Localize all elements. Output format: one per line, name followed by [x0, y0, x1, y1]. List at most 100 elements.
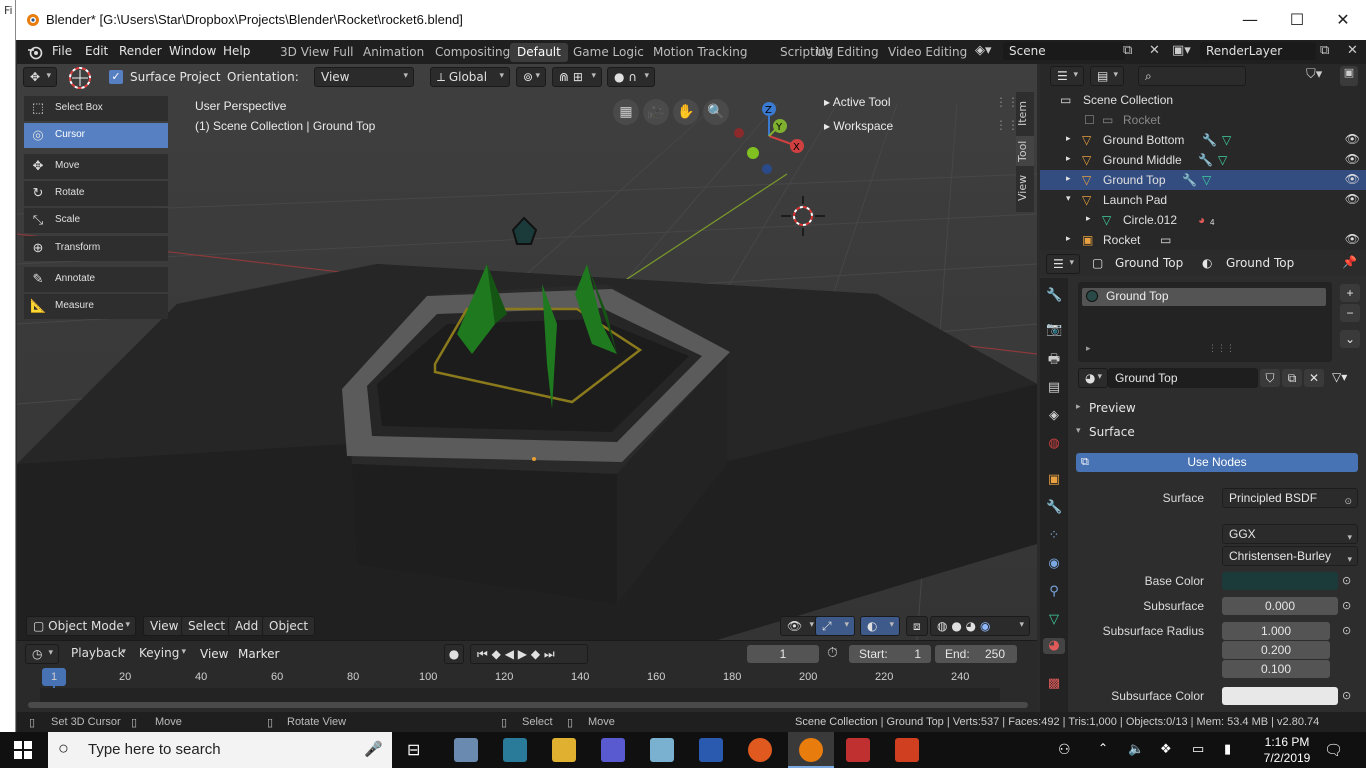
material-tab-icon[interactable]: ◕	[1043, 638, 1065, 654]
maximize-button[interactable]: ☐	[1275, 8, 1319, 32]
taskbar-app-notes-icon[interactable]	[650, 738, 674, 762]
subsurface-color-swatch[interactable]	[1222, 687, 1338, 705]
collapse-arrow-icon[interactable]: ▾	[1066, 193, 1071, 204]
pin-icon[interactable]: 📌	[1342, 255, 1357, 269]
material-slot-row[interactable]: Ground Top	[1082, 288, 1326, 306]
list-expand-icon[interactable]: ▸	[1086, 344, 1091, 354]
workspace-tab-animation[interactable]: Animation	[356, 43, 431, 62]
material-name-field[interactable]: Ground Top	[1108, 368, 1258, 388]
tool-cursor[interactable]: ◎ Cursor	[24, 123, 168, 148]
subsurface-color-link-icon[interactable]: ⊙	[1342, 689, 1351, 702]
render-tab-icon[interactable]: 📷	[1046, 322, 1062, 338]
preview-expand-icon[interactable]: ▸	[1076, 402, 1081, 412]
workspace-tab-default[interactable]: Default	[510, 43, 568, 62]
orientation-dropdown[interactable]: View ▾	[314, 67, 414, 87]
menu-object[interactable]: Object	[262, 616, 316, 636]
tab-view[interactable]: View	[1016, 172, 1034, 204]
outliner-row-circle-012[interactable]: ▸ ▽ Circle.012 ◕ 4	[1040, 210, 1366, 230]
timeline-editor-type[interactable]: ◷ ▾	[25, 644, 59, 664]
playback-controls[interactable]: ⏮ ◆ ◀ ▶ ◆ ⏭	[470, 644, 588, 664]
cursor-tool-icon[interactable]	[67, 65, 93, 91]
slot-menu-button[interactable]: ⌄	[1340, 330, 1360, 348]
tool-select-box[interactable]: ⬚ Select Box	[24, 96, 168, 121]
tool-move[interactable]: ✥ Move	[24, 154, 168, 179]
surface-project-checkbox[interactable]: ✓	[109, 70, 123, 84]
viewlayer-copy-icon[interactable]: ⧉	[1320, 43, 1329, 58]
expand-arrow-icon[interactable]: ▸	[1066, 233, 1071, 244]
view-layer-tab-icon[interactable]: ▤	[1046, 380, 1062, 396]
subsurface-radius-link-icon[interactable]: ⊙	[1342, 624, 1351, 637]
viewlayer-icon[interactable]: ▣▾	[1172, 43, 1191, 58]
expand-arrow-icon[interactable]: ▸	[1086, 213, 1091, 224]
menu-view[interactable]: View	[143, 616, 186, 636]
viewlayer-selector[interactable]: RenderLayer	[1200, 42, 1316, 60]
dropbox-icon[interactable]: ❖	[1160, 741, 1172, 757]
timeline-menu-view[interactable]: View	[200, 647, 228, 661]
play-reverse-icon[interactable]: ◀	[505, 647, 514, 661]
prev-keyframe-icon[interactable]: ◆	[492, 647, 501, 661]
constraints-tab-icon[interactable]: ⚲	[1046, 584, 1062, 600]
notifications-icon[interactable]: 🗨	[1324, 741, 1343, 759]
transform-orientation-dropdown[interactable]: ⟂ Global ▾	[430, 67, 510, 87]
scene-close-icon[interactable]: ✕	[1149, 43, 1160, 58]
menu-playback[interactable]: Playback ▾	[65, 644, 131, 664]
show-hidden-icons[interactable]: ⌃	[1098, 741, 1108, 755]
menu-help[interactable]: Help	[223, 44, 250, 58]
file-explorer-icon[interactable]	[552, 738, 576, 762]
tab-item[interactable]: Item	[1016, 96, 1034, 130]
add-material-slot-button[interactable]: +	[1340, 284, 1360, 302]
solid-shading-icon[interactable]: ●	[951, 619, 961, 633]
outliner-row-ground-bottom[interactable]: ▸ ▽ Ground Bottom 🔧 ▽ 👁	[1040, 130, 1366, 150]
task-view-icon[interactable]: ⊟	[407, 740, 420, 760]
menu-keying[interactable]: Keying ▾	[133, 644, 191, 664]
surface-panel-header[interactable]: Surface	[1089, 425, 1135, 439]
subsurface-link-icon[interactable]: ⊙	[1342, 599, 1351, 612]
duplicate-material-icon[interactable]: ⧉	[1282, 369, 1302, 387]
base-color-link-icon[interactable]: ⊙	[1342, 574, 1351, 587]
pivot-point-dropdown[interactable]: ⊚ ▾	[516, 67, 546, 87]
outliner-editor-type[interactable]: ☰ ▾	[1050, 66, 1084, 86]
subsurface-radius-x[interactable]: 1.000	[1222, 622, 1330, 640]
menu-edit[interactable]: Edit	[85, 44, 108, 58]
expand-arrow-icon[interactable]: ▸	[1066, 153, 1071, 164]
use-nodes-button[interactable]: ⧉ Use Nodes	[1076, 453, 1358, 472]
object-mode-dropdown[interactable]: ▢ Object Mode ▾	[26, 616, 136, 636]
workspace-panel-toggle[interactable]: ▸ Workspace	[824, 119, 893, 133]
workspace-tab-video-editing[interactable]: Video Editing	[881, 43, 974, 62]
workspace-tab-game-logic[interactable]: Game Logic	[566, 43, 651, 62]
overlay-toggle[interactable]: ◐ ▾	[860, 616, 900, 636]
tool-transform[interactable]: ⊕ Transform	[24, 236, 168, 261]
menu-window[interactable]: Window	[169, 44, 216, 58]
gizmo-toggle[interactable]: ⤢ ▾	[815, 616, 855, 636]
visibility-eye-icon[interactable]: 👁	[1345, 192, 1360, 206]
visibility-eye-icon[interactable]: 👁	[1345, 232, 1360, 246]
modifiers-tab-icon[interactable]: 🔧	[1046, 500, 1062, 516]
rendered-shading-icon[interactable]: ◉	[980, 619, 990, 633]
expand-arrow-icon[interactable]: ▸	[1066, 173, 1071, 184]
outliner-row-rocket[interactable]: ▸ ▣ Rocket ▭ 👁	[1040, 230, 1366, 250]
jump-start-icon[interactable]: ⏮	[477, 647, 488, 661]
taskbar-app-orange-icon[interactable]	[895, 738, 919, 762]
outliner-row-ground-top[interactable]: ▸ ▽ Ground Top 🔧 ▽ 👁	[1040, 170, 1366, 190]
snap-dropdown[interactable]: ⋒ ⊞ ▾	[552, 67, 602, 87]
surface-shader-dropdown[interactable]: Principled BSDF ⊙	[1222, 488, 1358, 508]
close-button[interactable]: ✕	[1321, 8, 1365, 32]
tab-tool[interactable]: Tool	[1016, 136, 1034, 166]
minimize-button[interactable]: —	[1228, 8, 1272, 32]
workspace-tab-3d-view-full[interactable]: 3D View Full	[273, 43, 361, 62]
distribution-dropdown[interactable]: GGX ▾	[1222, 524, 1358, 544]
end-frame-field[interactable]: End: 250	[935, 645, 1017, 663]
zoom-view-icon[interactable]: 🔍	[703, 99, 729, 125]
tool-rotate[interactable]: ↻ Rotate	[24, 181, 168, 206]
menu-file[interactable]: File	[52, 44, 72, 58]
unlink-material-icon[interactable]: ✕	[1304, 369, 1324, 387]
workspace-tab-compositing[interactable]: Compositing	[428, 43, 517, 62]
blender-taskbar-button[interactable]	[788, 732, 834, 768]
3d-viewport[interactable]: Z X Y	[17, 64, 1037, 640]
taskbar-date[interactable]: 7/2/2019	[1257, 751, 1317, 765]
material-shading-icon[interactable]: ◕	[966, 619, 976, 633]
xray-toggle[interactable]: ⧈	[906, 616, 928, 636]
taskbar-search-box[interactable]: ○ Type here to search 🎤	[48, 732, 392, 768]
data-tab-icon[interactable]: ▽	[1046, 612, 1062, 628]
outliner-row-scene-collection[interactable]: ▭ Scene Collection	[1040, 90, 1366, 110]
